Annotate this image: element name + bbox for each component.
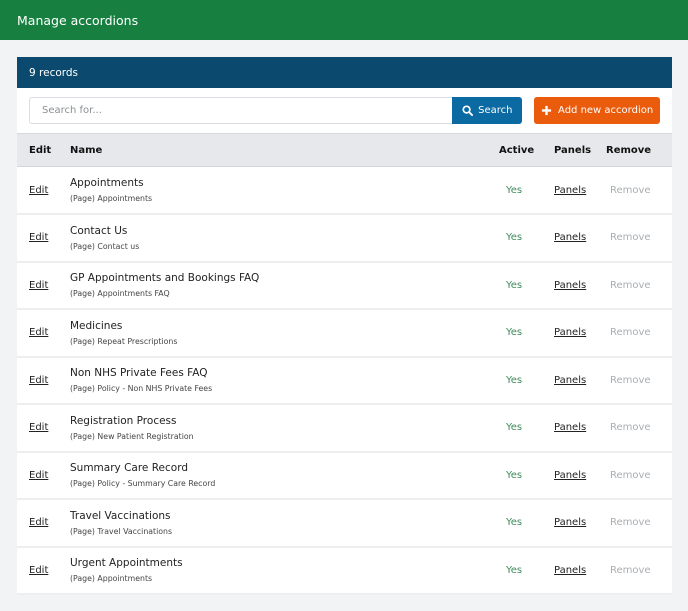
active-status: Yes: [506, 564, 523, 576]
column-header-panels: Panels: [554, 144, 592, 156]
accordion-name: Non NHS Private Fees FAQ: [70, 367, 208, 380]
accordion-page: (Page) Policy - Summary Care Record: [70, 479, 216, 489]
accordion-name: Travel Vaccinations: [70, 509, 171, 522]
accordion-page: (Page) Contact us: [70, 241, 140, 251]
column-header-edit: Edit: [29, 144, 52, 156]
record-count: 9 records: [29, 66, 79, 79]
accordions-card: 9 records Search Add new accordion Edit …: [17, 57, 672, 595]
accordion-name: Contact Us: [70, 224, 128, 237]
page-title: Manage accordions: [17, 12, 139, 28]
panels-link[interactable]: Panels: [554, 280, 586, 291]
active-status: Yes: [506, 469, 523, 481]
remove-button[interactable]: Remove: [606, 547, 672, 595]
panels-link[interactable]: Panels: [554, 565, 586, 576]
remove-button[interactable]: Remove: [606, 167, 672, 215]
edit-link[interactable]: Edit: [29, 280, 48, 291]
active-status: Yes: [506, 517, 523, 529]
edit-link[interactable]: Edit: [29, 185, 48, 196]
active-status: Yes: [506, 184, 523, 196]
accordion-name: Summary Care Record: [70, 462, 189, 475]
remove-button[interactable]: Remove: [606, 262, 672, 310]
accordion-page: (Page) Appointments: [70, 574, 153, 584]
edit-link[interactable]: Edit: [29, 327, 48, 338]
table-row: Edit Non NHS Private Fees FAQ (Page) Pol…: [17, 357, 672, 405]
accordion-page: (Page) New Patient Registration: [70, 431, 194, 441]
table-header-row: Edit Name Active Panels Remove: [17, 133, 672, 167]
panels-link[interactable]: Panels: [554, 185, 586, 196]
accordion-page: (Page) Policy - Non NHS Private Fees: [70, 384, 213, 394]
search-button[interactable]: Search: [452, 97, 523, 124]
panels-link[interactable]: Panels: [554, 517, 586, 528]
panels-link[interactable]: Panels: [554, 232, 586, 243]
table-row: Edit GP Appointments and Bookings FAQ (P…: [17, 262, 672, 310]
page-header: Manage accordions: [0, 0, 688, 40]
accordion-page: (Page) Travel Vaccinations: [70, 526, 173, 536]
panels-link[interactable]: Panels: [554, 375, 586, 386]
edit-link[interactable]: Edit: [29, 565, 48, 576]
add-accordion-button[interactable]: Add new accordion: [534, 97, 661, 124]
accordion-name: GP Appointments and Bookings FAQ: [70, 272, 260, 285]
table-row: Edit Appointments (Page) Appointments Ye…: [17, 167, 672, 215]
active-status: Yes: [506, 422, 523, 434]
toolbar: Search Add new accordion: [17, 88, 672, 133]
accordion-name: Urgent Appointments: [70, 557, 183, 570]
table-row: Edit Contact Us (Page) Contact us Yes Pa…: [17, 214, 672, 262]
active-status: Yes: [506, 327, 523, 339]
search-input[interactable]: [29, 97, 453, 124]
active-status: Yes: [506, 232, 523, 244]
remove-button[interactable]: Remove: [606, 499, 672, 547]
accordion-page: (Page) Appointments FAQ: [70, 289, 170, 299]
edit-link[interactable]: Edit: [29, 422, 48, 433]
table-row: Edit Travel Vaccinations (Page) Travel V…: [17, 499, 672, 547]
active-status: Yes: [506, 374, 523, 386]
column-header-active: Active: [499, 144, 535, 156]
plus-icon: [541, 105, 552, 116]
panels-link[interactable]: Panels: [554, 327, 586, 338]
edit-link[interactable]: Edit: [29, 517, 48, 528]
active-status: Yes: [506, 279, 523, 291]
accordion-page: (Page) Repeat Prescriptions: [70, 336, 178, 346]
table-row: Edit Urgent Appointments (Page) Appointm…: [17, 547, 672, 595]
remove-button[interactable]: Remove: [606, 452, 672, 500]
accordion-page: (Page) Appointments: [70, 194, 153, 203]
accordions-table: Edit Name Active Panels Remove Edit Appo…: [17, 133, 672, 595]
panels-link[interactable]: Panels: [554, 470, 586, 481]
remove-button[interactable]: Remove: [606, 404, 672, 452]
column-header-remove: Remove: [606, 144, 652, 156]
accordion-name: Registration Process: [70, 414, 177, 427]
accordion-name: Appointments: [70, 177, 144, 189]
search-button-label: Search: [478, 105, 513, 116]
table-row: Edit Summary Care Record (Page) Policy -…: [17, 452, 672, 500]
edit-link[interactable]: Edit: [29, 232, 48, 243]
add-accordion-label: Add new accordion: [558, 105, 654, 116]
edit-link[interactable]: Edit: [29, 375, 48, 386]
edit-link[interactable]: Edit: [29, 470, 48, 481]
remove-button[interactable]: Remove: [606, 357, 672, 405]
table-row: Edit Registration Process (Page) New Pat…: [17, 404, 672, 452]
card-header: 9 records: [17, 57, 672, 88]
search-icon: [462, 105, 474, 116]
panels-link[interactable]: Panels: [554, 422, 586, 433]
remove-button[interactable]: Remove: [606, 214, 672, 262]
column-header-name: Name: [70, 144, 103, 156]
remove-button[interactable]: Remove: [606, 309, 672, 357]
table-row: Edit Medicines (Page) Repeat Prescriptio…: [17, 309, 672, 357]
accordion-name: Medicines: [70, 319, 123, 332]
